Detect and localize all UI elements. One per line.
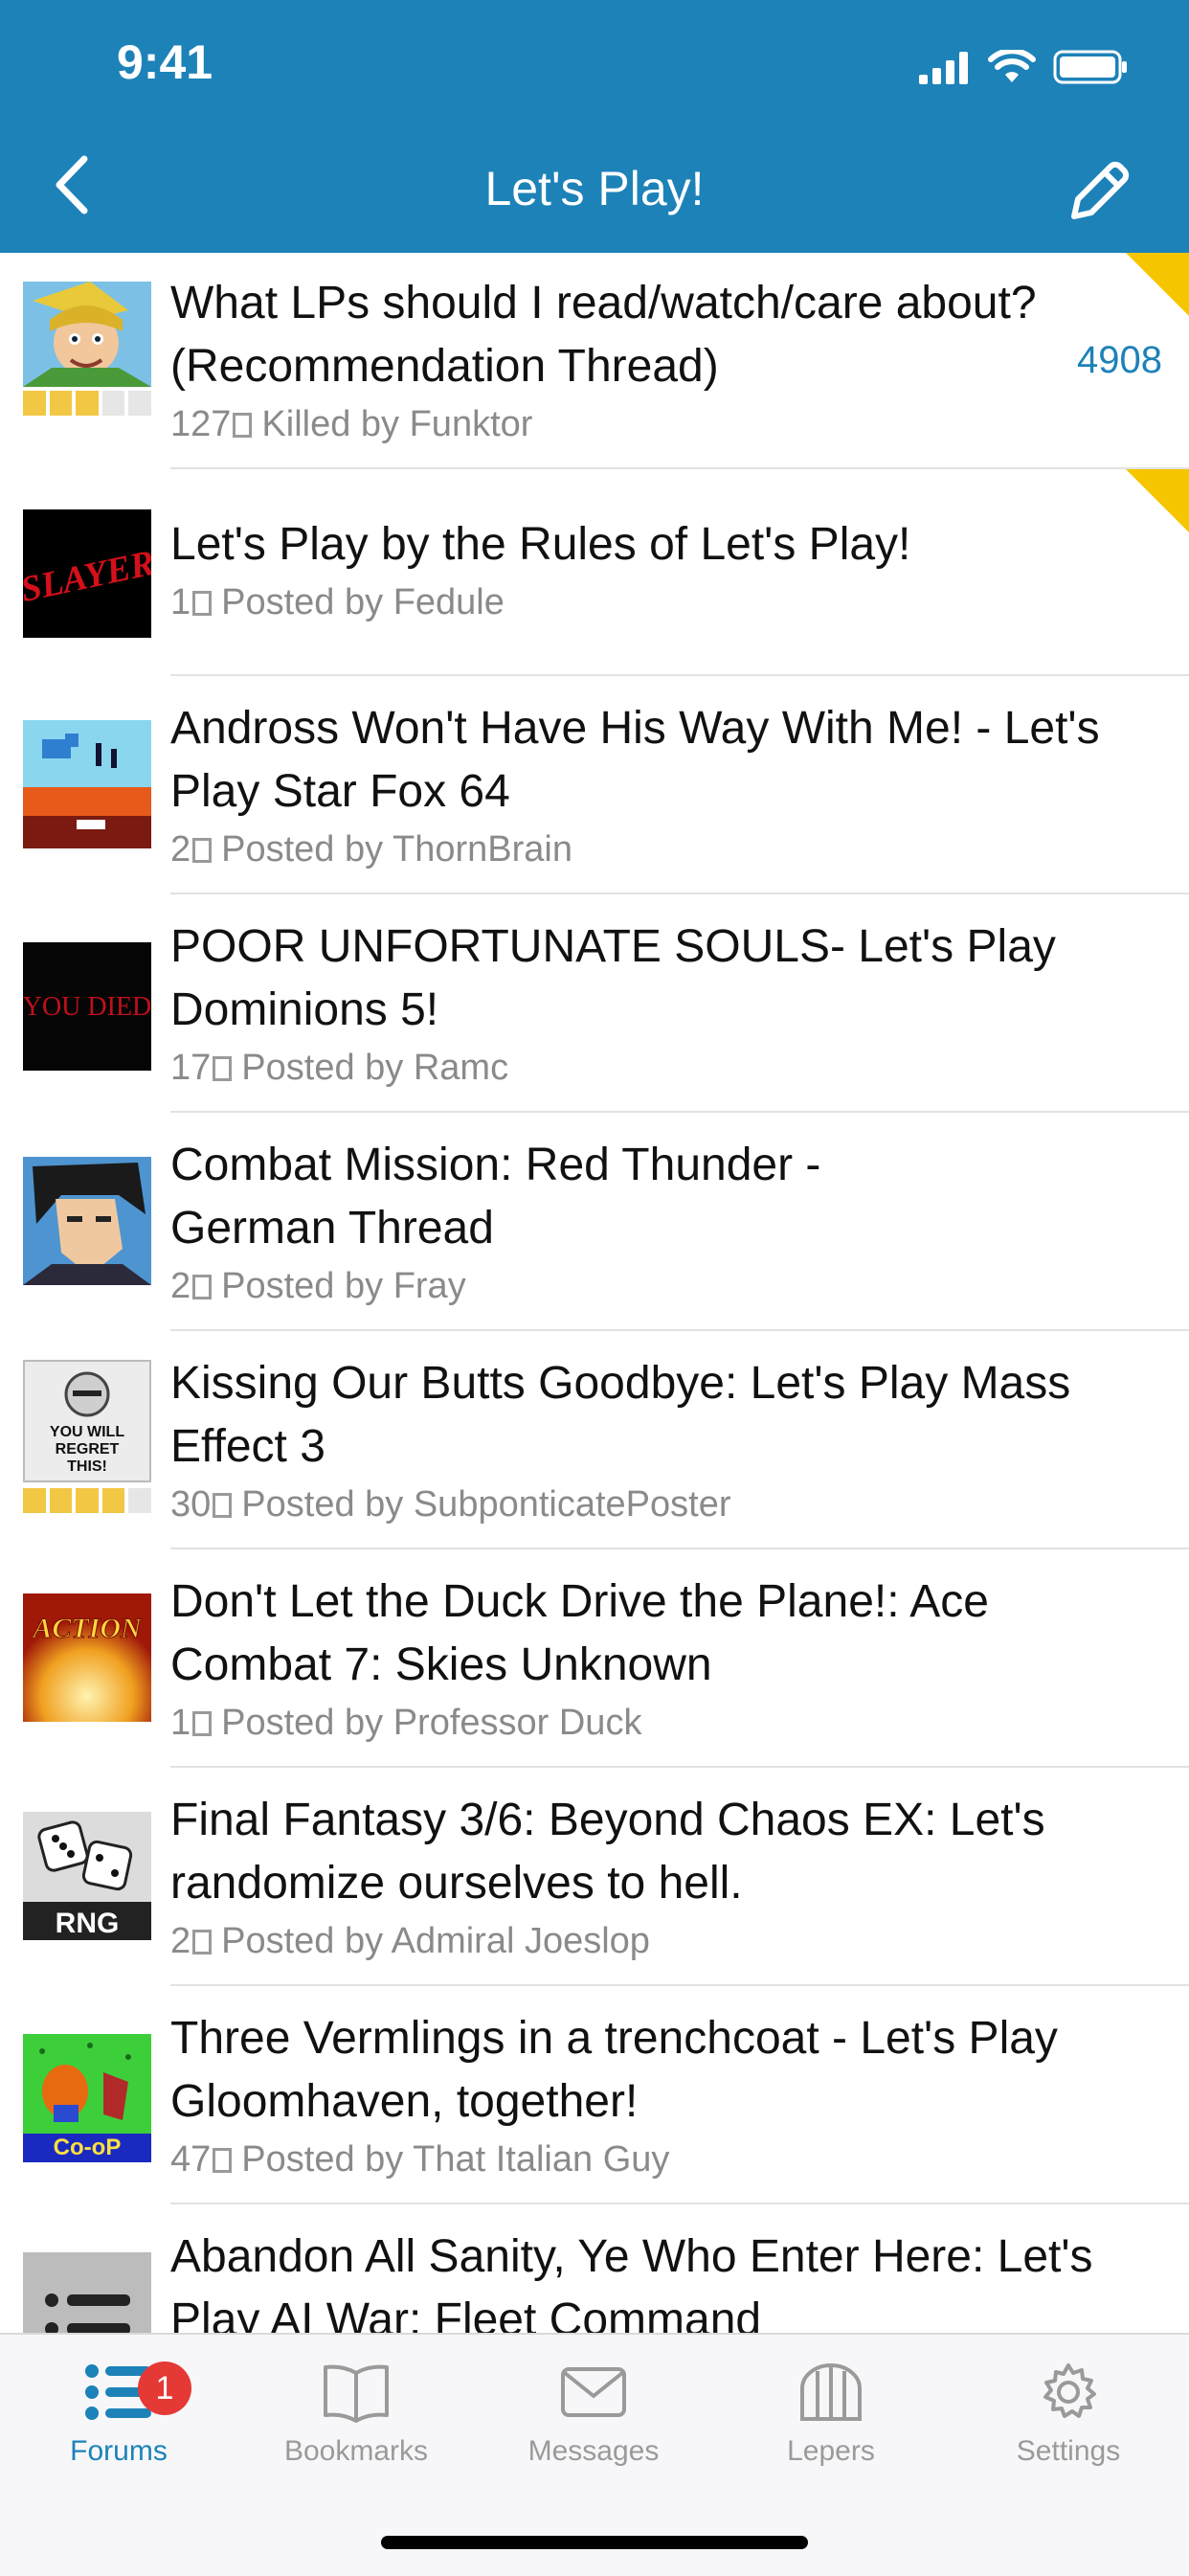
unread-count[interactable]: 4908 bbox=[1077, 339, 1162, 382]
thread-row[interactable]: SLAYER Let's Play by the Rules of Let's … bbox=[0, 469, 1189, 676]
thread-meta: 2 Posted by ThornBrain bbox=[170, 829, 572, 870]
thread-icon-slayer: SLAYER bbox=[23, 509, 151, 638]
wifi-icon bbox=[988, 50, 1036, 82]
tab-bookmarks[interactable]: Bookmarks bbox=[260, 2361, 452, 2468]
thread-icon-anime-face bbox=[23, 1157, 151, 1285]
gear-icon bbox=[1043, 2363, 1096, 2418]
tab-messages[interactable]: Messages bbox=[498, 2361, 689, 2468]
thread-icon-you-died: YOU DIED bbox=[23, 942, 151, 1071]
thread-icon-action: ACTION bbox=[23, 1593, 151, 1722]
thread-meta: 30 Posted by SubponticatePoster bbox=[170, 1484, 731, 1525]
page-icon bbox=[233, 413, 253, 438]
page-icon bbox=[192, 1930, 213, 1955]
svg-text:REGRET: REGRET bbox=[56, 1441, 120, 1457]
thread-list[interactable]: What LPs should I read/watch/care about?… bbox=[0, 253, 1189, 2396]
tab-settings[interactable]: Settings bbox=[973, 2361, 1164, 2468]
thread-meta: 17 Posted by Ramc bbox=[170, 1048, 509, 1088]
thread-meta: 1 Posted by Fedule bbox=[170, 582, 505, 622]
tab-label: Lepers bbox=[787, 2435, 875, 2467]
thread-title: POOR UNFORTUNATE SOULS- Let's Play Domin… bbox=[170, 921, 1056, 1035]
thread-icon-coop: Co-oP bbox=[23, 2034, 151, 2162]
thumb-text: ACTION bbox=[31, 1613, 143, 1644]
svg-text:YOU WILL: YOU WILL bbox=[50, 1424, 124, 1440]
thread-rating bbox=[23, 1488, 151, 1513]
page-icon bbox=[192, 838, 213, 863]
thread-row[interactable]: Co-oP Three Vermlings in a trenchcoat - … bbox=[0, 1986, 1189, 2204]
page-icon bbox=[213, 2148, 233, 2173]
thread-title: Combat Mission: Red Thunder - German Thr… bbox=[170, 1140, 821, 1254]
thread-meta: 1 Posted by Professor Duck bbox=[170, 1703, 642, 1743]
thread-icon-link bbox=[23, 282, 151, 387]
thread-title: Kissing Our Butts Goodbye: Let's Play Ma… bbox=[170, 1358, 1071, 1472]
thread-title: Three Vermlings in a trenchcoat - Let's … bbox=[170, 2013, 1058, 2127]
tab-forums[interactable]: 1 Forums bbox=[23, 2361, 214, 2468]
thumb-text: YOU DIED bbox=[23, 992, 151, 1022]
thumb-text: RNG bbox=[56, 1908, 120, 1939]
thread-meta: 127 Killed by Funktor bbox=[170, 404, 533, 444]
thread-icon-starfox bbox=[23, 720, 151, 848]
thread-title: Final Fantasy 3/6: Beyond Chaos EX: Let'… bbox=[170, 1795, 1045, 1909]
status-icons bbox=[919, 42, 1128, 84]
page-icon bbox=[213, 1493, 233, 1518]
tab-label: Bookmarks bbox=[283, 2435, 429, 2467]
thumb-text: Co-oP bbox=[54, 2135, 122, 2160]
page-icon bbox=[192, 591, 213, 616]
thread-row[interactable]: RNG Final Fantasy 3/6: Beyond Chaos EX: … bbox=[0, 1768, 1189, 1986]
thread-icon-rng-dice: RNG bbox=[23, 1812, 151, 1940]
page-icon bbox=[213, 1056, 233, 1081]
nav-bar: 9:41 Let's Play! bbox=[0, 0, 1189, 253]
tab-lepers[interactable]: Lepers bbox=[735, 2361, 927, 2468]
thread-row[interactable]: ACTION Don't Let the Duck Drive the Plan… bbox=[0, 1549, 1189, 1768]
thread-row[interactable]: Combat Mission: Red Thunder - German Thr… bbox=[0, 1113, 1189, 1331]
compose-pencil-icon[interactable] bbox=[1061, 153, 1137, 230]
page-title: Let's Play! bbox=[484, 162, 705, 215]
envelope-icon bbox=[561, 2367, 626, 2417]
tab-label: Settings bbox=[1016, 2435, 1121, 2467]
tab-label: Forums bbox=[70, 2435, 168, 2467]
thread-rating bbox=[23, 391, 151, 416]
notification-badge: 1 bbox=[138, 2361, 191, 2415]
signal-icon bbox=[919, 52, 968, 84]
thread-row[interactable]: YOU WILL REGRET THIS! Kissing Our Butts … bbox=[0, 1331, 1189, 1549]
thread-row[interactable]: YOU DIED POOR UNFORTUNATE SOULS- Let's P… bbox=[0, 894, 1189, 1113]
home-indicator bbox=[381, 2536, 808, 2549]
page-icon bbox=[192, 1711, 213, 1736]
svg-text:THIS!: THIS! bbox=[67, 1458, 107, 1475]
thread-meta: 47 Posted by That Italian Guy bbox=[170, 2139, 670, 2180]
jail-bars-icon bbox=[800, 2363, 862, 2421]
sticky-corner bbox=[1126, 253, 1189, 316]
thread-title: Andross Won't Have His Way With Me! - Le… bbox=[170, 703, 1100, 817]
book-icon bbox=[324, 2364, 389, 2423]
thread-row[interactable]: What LPs should I read/watch/care about?… bbox=[0, 253, 1189, 469]
page-icon bbox=[192, 1275, 213, 1299]
thread-title: What LPs should I read/watch/care about?… bbox=[170, 278, 1037, 392]
thread-meta: 2 Posted by Admiral Joeslop bbox=[170, 1921, 650, 1961]
thread-title: Don't Let the Duck Drive the Plane!: Ace… bbox=[170, 1576, 989, 1690]
thread-row[interactable]: Andross Won't Have His Way With Me! - Le… bbox=[0, 676, 1189, 894]
thread-title: Let's Play by the Rules of Let's Play! bbox=[170, 519, 911, 570]
thread-meta: 2 Posted by Fray bbox=[170, 1266, 466, 1306]
battery-icon bbox=[1053, 50, 1127, 84]
thread-icon-regret: YOU WILL REGRET THIS! bbox=[23, 1360, 151, 1482]
tab-label: Messages bbox=[527, 2435, 660, 2467]
status-time: 9:41 bbox=[117, 35, 213, 89]
